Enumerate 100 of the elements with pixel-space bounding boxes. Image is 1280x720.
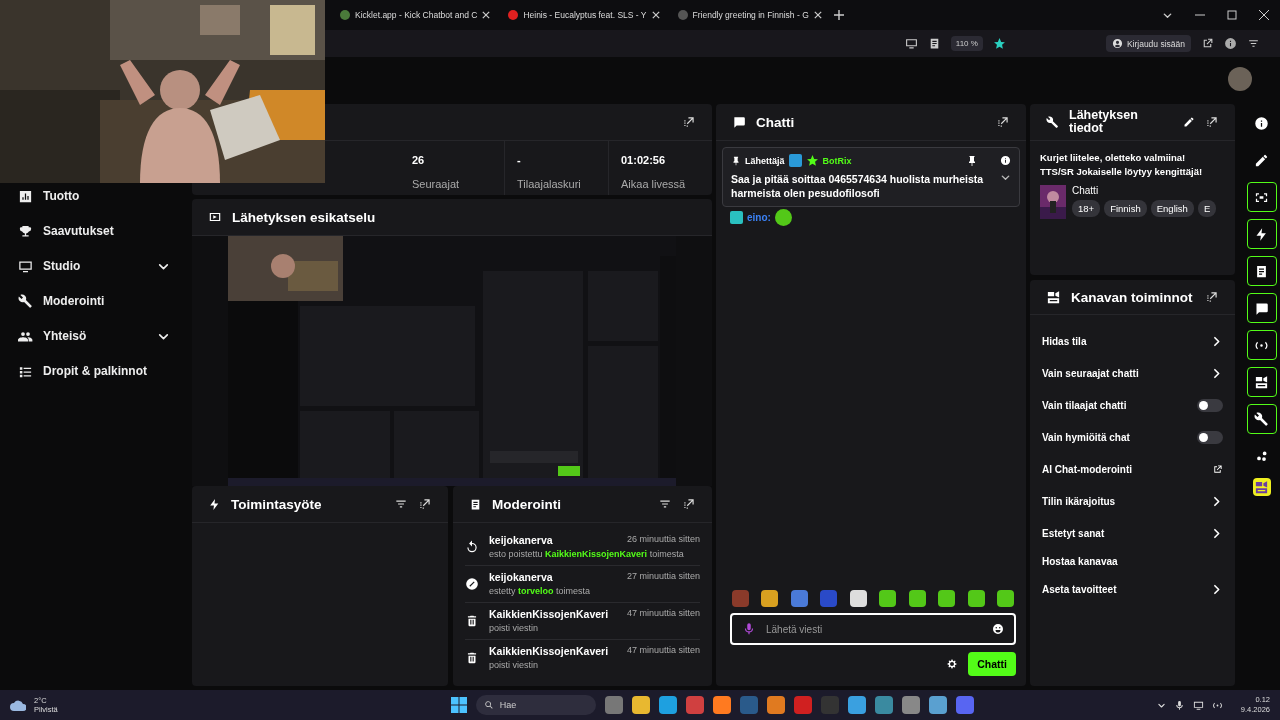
timestamp: 27 minuuttia sitten	[626, 571, 700, 583]
sign-in-button[interactable]: Kirjaudu sisään	[1105, 35, 1191, 52]
sidebar-item[interactable]: Yhteisö	[0, 324, 188, 348]
tag[interactable]: E	[1197, 200, 1217, 217]
sidebar-item[interactable]: Dropit & palkinnot	[0, 359, 188, 383]
sidebar-tool-button[interactable]	[1246, 256, 1277, 286]
browser-tab[interactable]: Heinis - Eucalyptus feat. SLS - Y	[502, 3, 666, 27]
sidebar-tool-button[interactable]	[1246, 367, 1277, 397]
tag[interactable]: Finnish	[1104, 200, 1147, 217]
channel-action[interactable]: Aseta tavoitteet	[1042, 573, 1223, 605]
plus-icon[interactable]	[833, 10, 844, 20]
wrench-icon	[1046, 115, 1059, 129]
app-icon[interactable]	[658, 696, 677, 714]
expand-icon[interactable]	[682, 115, 696, 129]
external-link-icon	[1212, 463, 1223, 475]
channel-action[interactable]: Estetyt sanat	[1042, 517, 1223, 549]
emote-icon[interactable]	[879, 590, 897, 607]
pencil-icon[interactable]	[1183, 116, 1195, 128]
panel-title: Toimintasyöte	[231, 496, 323, 512]
menu-icon[interactable]	[1247, 37, 1260, 50]
alert-icon[interactable]	[1000, 155, 1011, 166]
expand-icon[interactable]	[682, 497, 696, 511]
channel-action[interactable]: Tilin ikärajoitus	[1042, 485, 1223, 517]
app-icon[interactable]	[847, 696, 866, 714]
browser-tab[interactable]: Friendly greeting in Finnish - G	[671, 3, 828, 27]
picture-in-picture-icon[interactable]	[904, 37, 918, 50]
send-button[interactable]: Chatti	[968, 652, 1016, 676]
star-icon[interactable]	[992, 37, 1006, 50]
channel-action[interactable]: Vain tilaajat chatti	[1042, 389, 1223, 421]
sidebar-tool-button[interactable]	[1246, 293, 1277, 323]
favicon-icon	[340, 10, 350, 20]
expand-icon[interactable]	[1205, 115, 1219, 129]
emoji-icon[interactable]	[992, 623, 1004, 635]
sidebar-item[interactable]: Moderointi	[0, 289, 188, 313]
sidebar-item[interactable]: Studio	[0, 254, 188, 278]
info-icon	[1254, 115, 1269, 131]
expand-icon[interactable]	[996, 115, 1010, 129]
monitor-icon[interactable]	[1192, 699, 1204, 711]
toggle-switch[interactable]	[1197, 398, 1223, 412]
channel-action[interactable]: AI Chat-moderointi	[1042, 453, 1223, 485]
hammer-badge-icon	[788, 154, 802, 167]
tag[interactable]: 18+	[1072, 200, 1101, 217]
close-icon[interactable]	[651, 11, 660, 19]
sidebar-tool-button[interactable]	[1246, 182, 1277, 212]
panel-title: Lähetyksen esikatselu	[232, 209, 377, 225]
stat-label: Seuraajat	[412, 178, 461, 190]
category-name: Chatti	[1072, 185, 1100, 196]
browser-tab[interactable]: Kicklet.app - Kick Chatbot and C	[334, 3, 497, 27]
settings-icon[interactable]	[946, 658, 959, 670]
moderation-action: estetty torveloo toimesta	[489, 586, 592, 596]
emote-icon[interactable]	[967, 590, 985, 607]
tag[interactable]: English	[1150, 200, 1194, 217]
emote-icon[interactable]	[938, 590, 956, 607]
close-icon[interactable]	[1259, 9, 1269, 20]
sidebar-tool-button[interactable]	[1246, 330, 1277, 360]
moderator-name: KaikkienKissojenKaveri	[489, 645, 609, 657]
badge-icon	[730, 211, 743, 224]
toggle-switch[interactable]	[1197, 430, 1223, 444]
app-icon[interactable]	[901, 696, 920, 714]
channel-action[interactable]: Hidas tila	[1042, 325, 1223, 357]
app-icon[interactable]	[712, 696, 731, 714]
expand-icon[interactable]	[1205, 290, 1219, 304]
emote-icon[interactable]	[996, 590, 1014, 607]
emote-icon[interactable]	[761, 590, 779, 607]
bolt-icon	[208, 497, 221, 511]
timestamp: 26 minuuttia sitten	[626, 534, 700, 546]
channel-action[interactable]: Hostaa kanavaa	[1042, 549, 1223, 573]
stream-title: TTS/SR Jokaiselle löytyy kengittäjä!	[1040, 165, 1204, 179]
stream-title: Kurjet liitelee, oletteko valmiina!	[1040, 151, 1187, 165]
channel-action[interactable]: Vain hymiöitä chat	[1042, 421, 1223, 453]
sidebar-tool-button[interactable]	[1246, 404, 1277, 434]
close-icon[interactable]	[813, 11, 822, 19]
stat-label: Tilaajalaskuri	[517, 178, 582, 190]
app-icon[interactable]	[766, 696, 785, 714]
sidebar-tool-button[interactable]	[1246, 219, 1277, 249]
chat-username: eino:	[747, 212, 771, 223]
search-icon	[483, 700, 494, 710]
mic-icon[interactable]	[1173, 699, 1185, 711]
chevron-down-icon[interactable]	[1000, 172, 1011, 183]
cloud-icon	[10, 699, 26, 711]
search-field[interactable]: Hae	[475, 695, 596, 715]
emote-icon[interactable]	[849, 590, 867, 607]
app-icon[interactable]	[928, 696, 947, 714]
message-field[interactable]: Lähetä viesti	[764, 622, 984, 636]
zoom-level[interactable]: 110 %	[950, 36, 983, 51]
favicon-icon	[508, 10, 519, 20]
channel-action[interactable]: Vain seuraajat chatti	[1042, 357, 1223, 389]
chat-input-bar[interactable]: Lähetä viesti	[730, 613, 1016, 645]
app-icon[interactable]	[874, 696, 893, 714]
close-icon[interactable]	[482, 11, 491, 19]
sidebar-item[interactable]: Saavutukset	[0, 219, 188, 243]
app-icon[interactable]	[604, 696, 623, 714]
expand-icon[interactable]	[418, 497, 432, 511]
app-icon[interactable]	[631, 696, 650, 714]
maximize-icon[interactable]	[1227, 9, 1237, 20]
emote-icon[interactable]	[908, 590, 926, 607]
stat-value: -	[517, 154, 522, 168]
sidebar-item[interactable]: Tuotto	[0, 184, 188, 208]
start-icon[interactable]	[450, 697, 467, 713]
avatar[interactable]	[1228, 66, 1252, 91]
